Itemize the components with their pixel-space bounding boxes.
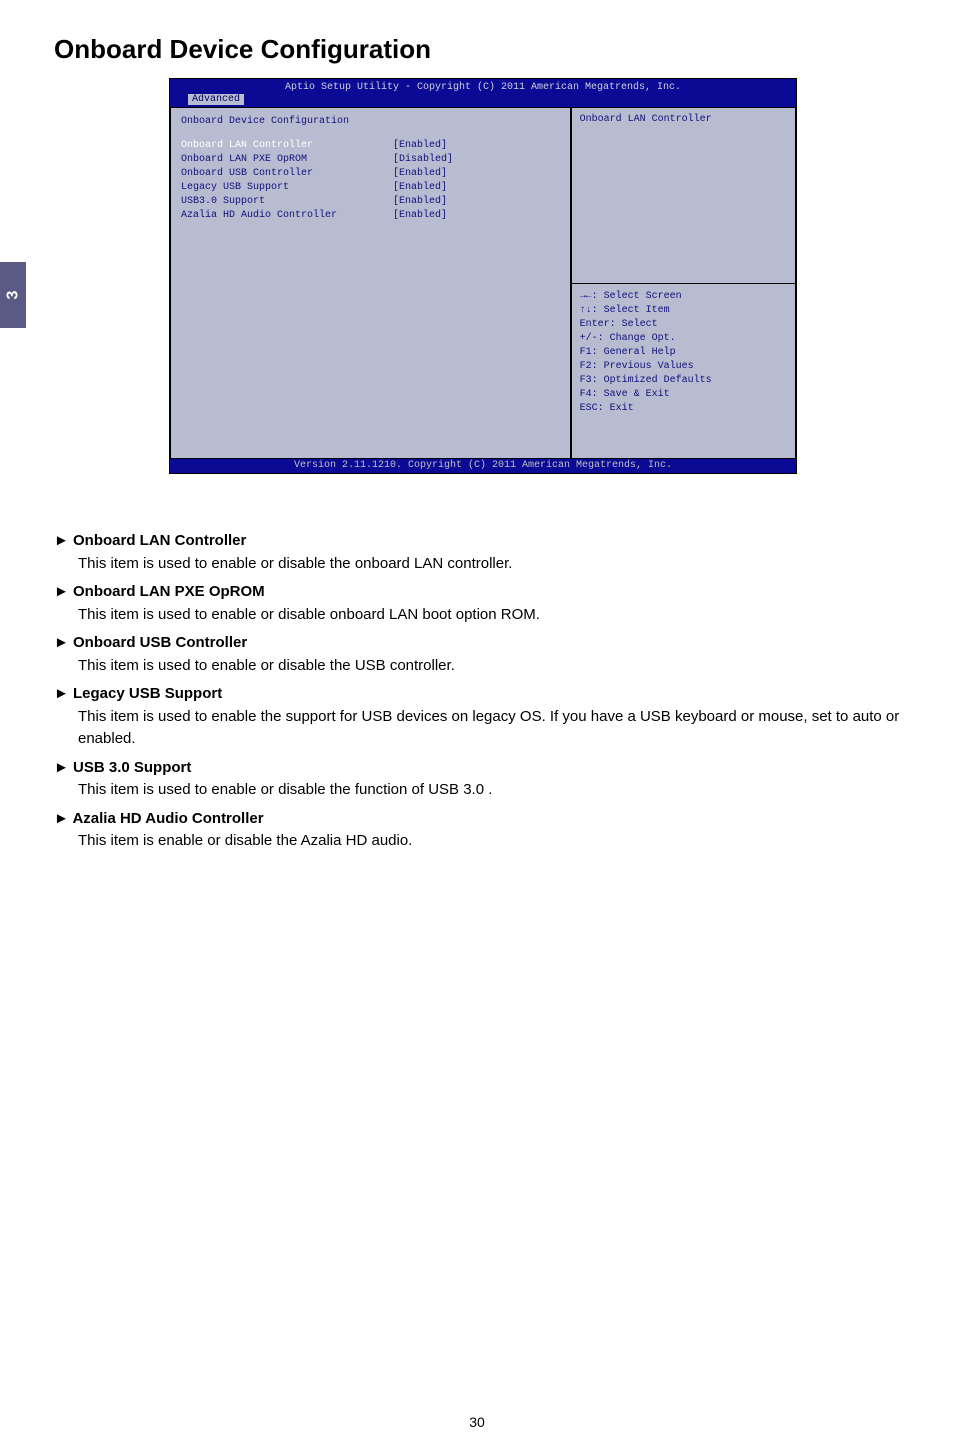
- bios-row: Onboard USB Controller [Enabled]: [181, 167, 560, 181]
- item-desc: This item is used to enable the support …: [54, 706, 900, 751]
- bios-body: Onboard Device Configuration Onboard LAN…: [170, 107, 796, 459]
- side-chapter-tab: 3: [0, 262, 26, 328]
- item-desc: This item is used to enable or disable t…: [54, 553, 900, 576]
- bios-help-line: →←: Select Screen: [580, 290, 787, 304]
- bios-tab-row: Advanced: [170, 94, 796, 105]
- item-title: ► Onboard LAN Controller: [54, 530, 900, 553]
- bios-help-line: +/-: Change Opt.: [580, 332, 787, 346]
- item-title: ► Onboard LAN PXE OpROM: [54, 581, 900, 604]
- side-tab-text: 3: [4, 291, 22, 300]
- bios-header: Aptio Setup Utility - Copyright (C) 2011…: [170, 79, 796, 107]
- bios-help-line: Enter: Select: [580, 318, 787, 332]
- bios-row-value: [Enabled]: [393, 195, 560, 209]
- bios-help-line: ↑↓: Select Item: [580, 304, 787, 318]
- bios-row: USB3.0 Support [Enabled]: [181, 195, 560, 209]
- bios-tab-advanced: Advanced: [188, 94, 244, 105]
- bios-help-bottom: →←: Select Screen ↑↓: Select Item Enter:…: [572, 283, 795, 459]
- bios-help-line: F1: General Help: [580, 346, 787, 360]
- bios-left-panel: Onboard Device Configuration Onboard LAN…: [170, 107, 571, 459]
- item-desc: This item is used to enable or disable o…: [54, 604, 900, 627]
- item-title: ► Onboard USB Controller: [54, 632, 900, 655]
- bios-help-line: F3: Optimized Defaults: [580, 374, 787, 388]
- bios-row: Azalia HD Audio Controller [Enabled]: [181, 209, 560, 223]
- item-desc: This item is used to enable or disable t…: [54, 655, 900, 678]
- bios-row-label: Legacy USB Support: [181, 181, 393, 195]
- item-title: ► Azalia HD Audio Controller: [54, 808, 900, 831]
- page-number: 30: [0, 1414, 954, 1430]
- item-desc: This item is used to enable or disable t…: [54, 779, 900, 802]
- bios-row-label: Onboard USB Controller: [181, 167, 393, 181]
- bios-row-label: USB3.0 Support: [181, 195, 393, 209]
- bios-help-line: ESC: Exit: [580, 402, 787, 416]
- bios-row: Onboard LAN Controller [Enabled]: [181, 139, 560, 153]
- bios-row: Onboard LAN PXE OpROM [Disabled]: [181, 153, 560, 167]
- bios-help-line: F2: Previous Values: [580, 360, 787, 374]
- bios-row-value: [Enabled]: [393, 139, 560, 153]
- item-desc: This item is enable or disable the Azali…: [54, 830, 900, 853]
- bios-help-top: Onboard LAN Controller: [572, 108, 795, 283]
- bios-row-value: [Enabled]: [393, 209, 560, 223]
- item-title: ► USB 3.0 Support: [54, 757, 900, 780]
- bios-footer: Version 2.11.1210. Copyright (C) 2011 Am…: [170, 459, 796, 473]
- bios-help-line: F4: Save & Exit: [580, 388, 787, 402]
- bios-row: Legacy USB Support [Enabled]: [181, 181, 560, 195]
- bios-header-top: Aptio Setup Utility - Copyright (C) 2011…: [170, 81, 796, 93]
- bios-right-panel: Onboard LAN Controller →←: Select Screen…: [571, 107, 796, 459]
- item-title: ► Legacy USB Support: [54, 683, 900, 706]
- bios-row-value: [Enabled]: [393, 181, 560, 195]
- page-title: Onboard Device Configuration: [54, 34, 431, 65]
- bios-row-label: Onboard LAN PXE OpROM: [181, 153, 393, 167]
- bios-row-value: [Enabled]: [393, 167, 560, 181]
- bios-row-value: [Disabled]: [393, 153, 560, 167]
- bios-section-title: Onboard Device Configuration: [181, 116, 560, 127]
- content-body: ► Onboard LAN Controller This item is us…: [54, 524, 900, 855]
- bios-row-label: Azalia HD Audio Controller: [181, 209, 393, 223]
- bios-screenshot: Aptio Setup Utility - Copyright (C) 2011…: [169, 78, 797, 474]
- bios-row-label: Onboard LAN Controller: [181, 139, 393, 153]
